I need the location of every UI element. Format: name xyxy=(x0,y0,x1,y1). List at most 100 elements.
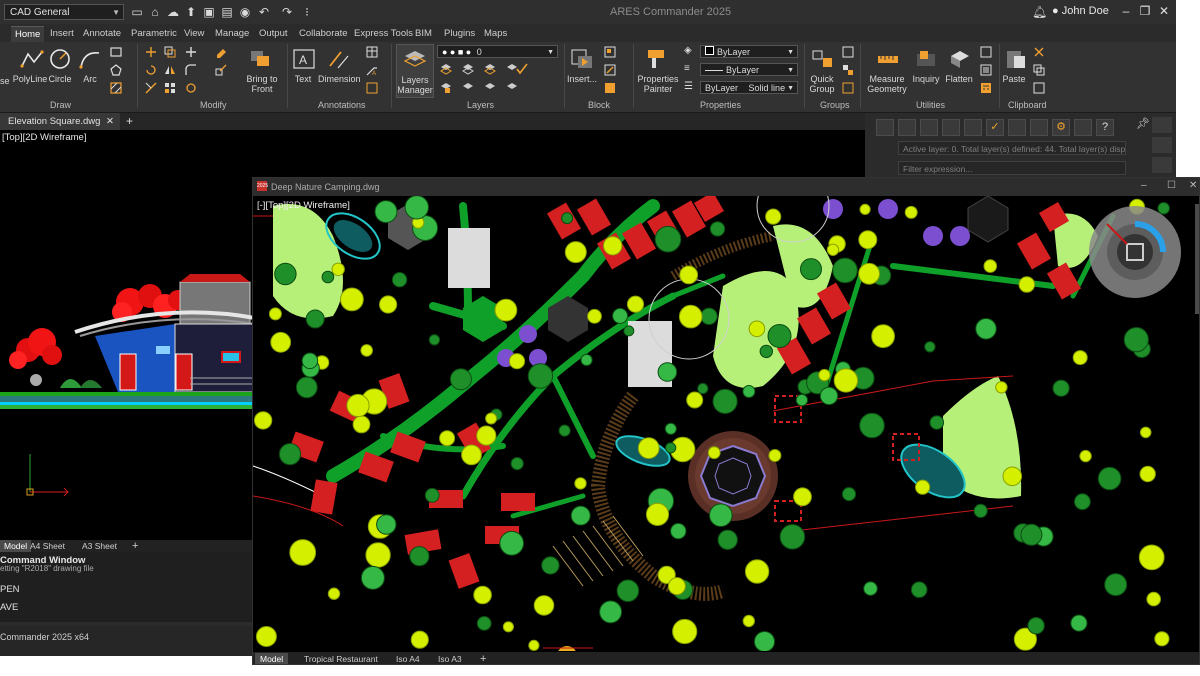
side-toolbar[interactable] xyxy=(1195,204,1199,314)
polyline-icon[interactable] xyxy=(20,48,44,70)
bell-icon[interactable]: 🔔︎ xyxy=(1032,5,1047,19)
layer-freeze-icon[interactable] xyxy=(484,63,496,75)
circle-icon[interactable] xyxy=(48,48,72,70)
new-file-icon[interactable]: ▭ xyxy=(130,5,144,19)
markup-icon[interactable] xyxy=(366,82,378,94)
layer-dropdown[interactable]: ● ● ■ ● 0 ▼ xyxy=(437,45,558,58)
rotate-icon[interactable] xyxy=(145,64,157,76)
layer-lock-icon[interactable] xyxy=(440,82,452,94)
minimize-icon[interactable]: – xyxy=(1118,3,1134,19)
mirror-icon[interactable] xyxy=(164,64,176,76)
match-clip-icon[interactable] xyxy=(1033,82,1045,94)
checkmark-icon[interactable]: ✓ xyxy=(986,119,1004,136)
layout-tab-tropical[interactable]: Tropical Restaurant xyxy=(299,653,383,664)
table-icon[interactable] xyxy=(366,46,378,58)
filter-expression-input[interactable]: Filter expression... xyxy=(898,161,1126,175)
inquiry-icon[interactable] xyxy=(914,48,938,70)
group-manager-icon[interactable] xyxy=(842,82,854,94)
paste-icon[interactable] xyxy=(1004,48,1028,70)
open-folder-icon[interactable]: ⌂ xyxy=(148,5,162,19)
layout-tab-a4[interactable]: A4 Sheet xyxy=(26,540,69,552)
document-tab[interactable]: Elevation Square.dwg ✕ xyxy=(0,113,120,130)
group-edit-icon[interactable] xyxy=(842,46,854,58)
layout-tab-iso-a3[interactable]: Iso A3 xyxy=(433,653,467,664)
layer-isolate-icon[interactable] xyxy=(462,63,474,75)
ungroup-icon[interactable] xyxy=(842,64,854,76)
properties-painter-icon[interactable] xyxy=(646,48,670,70)
add-tab-icon[interactable]: + xyxy=(126,113,133,130)
polygon-icon[interactable] xyxy=(110,64,122,76)
trim-icon[interactable] xyxy=(145,82,157,94)
tab-parametric[interactable]: Parametric xyxy=(127,26,181,42)
array-icon[interactable] xyxy=(164,82,176,94)
bring-to-front-icon[interactable] xyxy=(248,48,272,70)
cloud-panel-icon[interactable] xyxy=(1152,137,1172,153)
user-account[interactable]: ● John Doe xyxy=(1052,5,1109,17)
layer-set-current-icon[interactable] xyxy=(516,63,528,75)
move-icon[interactable] xyxy=(145,46,157,58)
layout-tab-iso-a4[interactable]: Iso A4 xyxy=(391,653,425,664)
sync-icon[interactable]: ◉ xyxy=(238,5,252,19)
layout-tab-model[interactable]: Model xyxy=(255,653,289,664)
tab-plugins[interactable]: Plugins xyxy=(440,26,479,42)
close-icon[interactable]: ✕ xyxy=(1189,180,1197,191)
text-icon[interactable]: A xyxy=(292,48,316,70)
site-plan-canvas[interactable] xyxy=(253,196,1200,651)
layer-freeze-vp-icon[interactable] xyxy=(920,119,938,136)
layer-state-icon[interactable] xyxy=(942,119,960,136)
create-block-icon[interactable] xyxy=(604,46,616,58)
layer-refresh-icon[interactable] xyxy=(1008,119,1026,136)
layout-tab-a3[interactable]: A3 Sheet xyxy=(78,540,121,552)
block-attribute-icon[interactable] xyxy=(604,82,616,94)
restore-icon[interactable]: ☐ xyxy=(1167,180,1176,191)
close-icon[interactable]: ✕ xyxy=(1156,3,1172,19)
fillet-icon[interactable] xyxy=(185,64,197,76)
cut-icon[interactable] xyxy=(1033,46,1045,58)
insert-block-icon[interactable] xyxy=(570,48,594,70)
viewport-label[interactable]: [Top][2D Wireframe] xyxy=(2,132,86,143)
layer-delete-icon[interactable] xyxy=(898,119,916,136)
tab-express-tools[interactable]: Express Tools xyxy=(350,26,417,42)
minimize-icon[interactable]: – xyxy=(1141,180,1147,191)
lineweight-dropdown[interactable]: ByLayer Solid line ▼ xyxy=(700,81,798,94)
edit-block-icon[interactable] xyxy=(604,64,616,76)
layer-filter-icon[interactable] xyxy=(964,119,982,136)
gear-icon[interactable]: ⚙ xyxy=(1052,119,1070,136)
layer-match-icon[interactable] xyxy=(462,82,474,94)
tab-output[interactable]: Output xyxy=(255,26,292,42)
tab-manage[interactable]: Manage xyxy=(211,26,253,42)
print-icon[interactable]: ▤ xyxy=(220,5,234,19)
pin-icon[interactable]: 📌︎ xyxy=(1136,117,1150,130)
layer-settings-icon[interactable] xyxy=(1030,119,1048,136)
close-icon[interactable]: ✕ xyxy=(106,113,114,130)
properties-panel-icon[interactable] xyxy=(1152,117,1172,133)
tab-insert[interactable]: Insert xyxy=(46,26,78,42)
navigation-wheel[interactable] xyxy=(1087,204,1183,300)
copy-clip-icon[interactable] xyxy=(1033,64,1045,76)
hatch-icon[interactable] xyxy=(110,82,122,94)
leader-icon[interactable]: A xyxy=(366,64,378,76)
help-icon[interactable]: ? xyxy=(1096,119,1114,136)
color-dropdown[interactable]: ByLayer ▼ xyxy=(700,45,798,58)
layers-manager-button[interactable]: Layers Manager xyxy=(396,44,434,98)
save-icon[interactable]: ▣ xyxy=(202,5,216,19)
undo-icon[interactable]: ↶ xyxy=(257,5,271,19)
add-layout-icon[interactable]: + xyxy=(128,540,142,552)
customize-icon[interactable]: ⁝ xyxy=(300,5,314,19)
scale-icon[interactable] xyxy=(215,64,227,76)
list-icon[interactable] xyxy=(980,64,992,76)
save-cloud-icon[interactable]: ⬆ xyxy=(184,5,198,19)
layer-merge-icon[interactable] xyxy=(506,82,518,94)
restore-icon[interactable]: ❐ xyxy=(1137,3,1153,19)
tab-view[interactable]: View xyxy=(180,26,208,42)
workspace-select[interactable]: CAD General ▼ xyxy=(4,4,124,20)
layer-new-icon[interactable] xyxy=(876,119,894,136)
id-point-icon[interactable] xyxy=(980,46,992,58)
tab-collaborate[interactable]: Collaborate xyxy=(295,26,352,42)
erase-icon[interactable] xyxy=(215,46,227,58)
layer-lock-all-icon[interactable] xyxy=(1074,119,1092,136)
quick-group-icon[interactable] xyxy=(811,48,835,70)
calculator-icon[interactable] xyxy=(980,82,992,94)
copy-icon[interactable] xyxy=(164,46,176,58)
add-layout-icon[interactable]: + xyxy=(475,653,491,664)
